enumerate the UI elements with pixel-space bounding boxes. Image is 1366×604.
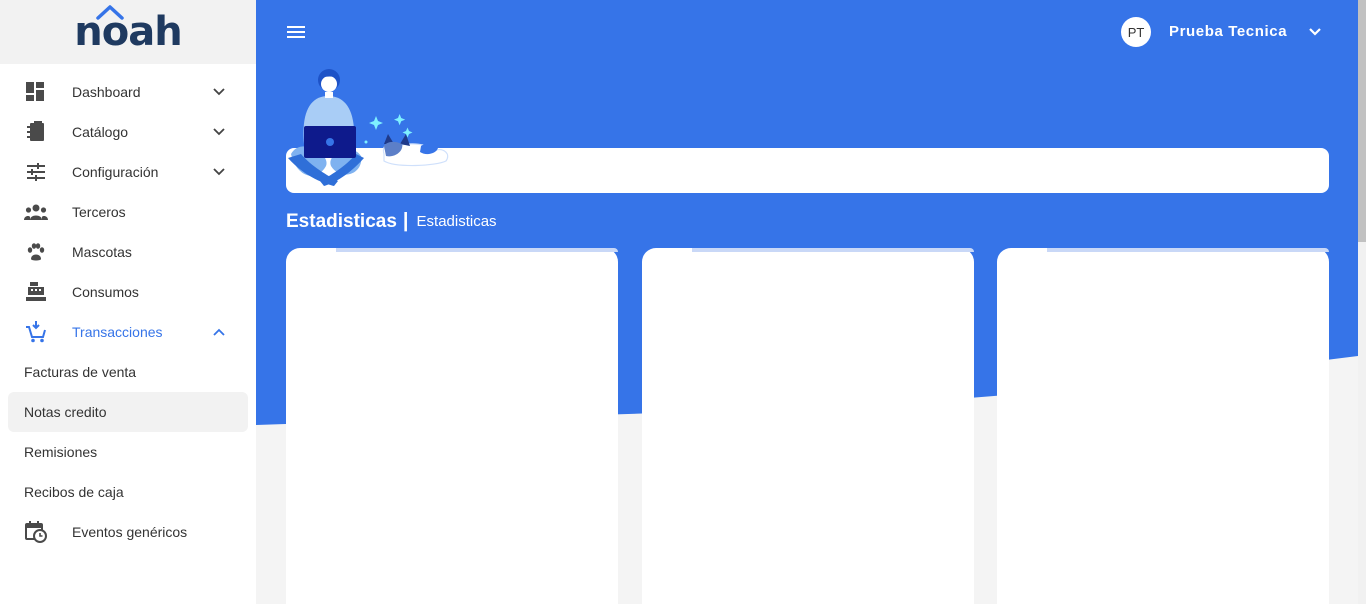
people-icon [24,200,48,224]
stat-card-tab [336,248,618,252]
sidebar-item-label: Consumos [72,284,139,300]
sidebar-item-label: Dashboard [72,84,141,100]
sidebar-item-dashboard[interactable]: Dashboard [0,72,256,112]
sliders-icon [24,160,48,184]
house-roof-icon [96,5,125,20]
breadcrumb: Estadisticas | Estadisticas [286,210,497,233]
chevron-down-icon[interactable] [1306,23,1324,41]
sidebar-item-catalogo[interactable]: Catálogo [0,112,256,152]
sidebar-item-mascotas[interactable]: Mascotas [0,232,256,272]
page-scrollbar[interactable] [1358,0,1366,604]
brand-logo[interactable]: noah [74,5,183,55]
stat-card [997,248,1329,604]
sidebar-item-label: Eventos genéricos [72,524,188,540]
logo-area[interactable]: noah [0,0,256,64]
scrollbar-thumb[interactable] [1358,0,1366,242]
chevron-down-icon[interactable] [210,163,228,181]
breadcrumb-current: Estadisticas [416,213,497,230]
chevron-up-icon[interactable] [210,323,228,341]
sidebar-item-label: Configuración [72,164,159,180]
sidebar-item-label: Catálogo [72,124,129,140]
main-content: PT Prueba Tecnica Estadisticas | Estadis… [256,0,1366,604]
hamburger-icon[interactable] [286,22,306,42]
sidebar-item-terceros[interactable]: Terceros [0,192,256,232]
chevron-down-icon[interactable] [210,123,228,141]
sidebar-subitem-notas-credito[interactable]: Notas credito [8,392,248,432]
catalog-icon [24,120,48,144]
cart-icon [24,320,48,344]
sidebar-item-label: Terceros [72,204,126,220]
stat-card [642,248,974,604]
sidebar-item-label: Transacciones [72,324,163,340]
sidebar: noah Dashboard Catálogo Configuración Te… [0,0,256,604]
page-title: Estadisticas [286,210,397,232]
brand-logo-text: noah [74,9,182,55]
sidebar-subitem-remisiones[interactable]: Remisiones [0,432,256,472]
stat-card [286,248,618,604]
paw-icon [24,240,48,264]
sidebar-item-eventos-genericos[interactable]: Eventos genéricos [0,512,256,552]
topbar: PT Prueba Tecnica [256,0,1358,64]
user-name[interactable]: Prueba Tecnica [1169,23,1287,40]
person-with-laptop-illustration [288,69,449,186]
sidebar-item-configuracion[interactable]: Configuración [0,152,256,192]
stat-card-tab [1047,248,1329,252]
sidebar-item-transacciones[interactable]: Transacciones [0,312,256,352]
dashboard-icon [24,80,48,104]
calendar-clock-icon [24,520,48,544]
stat-card-tab [692,248,974,252]
breadcrumb-separator: | [402,210,409,232]
chevron-down-icon[interactable] [210,83,228,101]
sidebar-subitem-facturas-de-venta[interactable]: Facturas de venta [0,352,256,392]
avatar[interactable]: PT [1121,17,1151,47]
sidebar-item-consumos[interactable]: Consumos [0,272,256,312]
sidebar-subitem-recibos-de-caja[interactable]: Recibos de caja [0,472,256,512]
sidebar-item-label: Mascotas [72,244,132,260]
cash-register-icon [24,280,48,304]
sidebar-nav: Dashboard Catálogo Configuración Tercero… [0,64,256,552]
